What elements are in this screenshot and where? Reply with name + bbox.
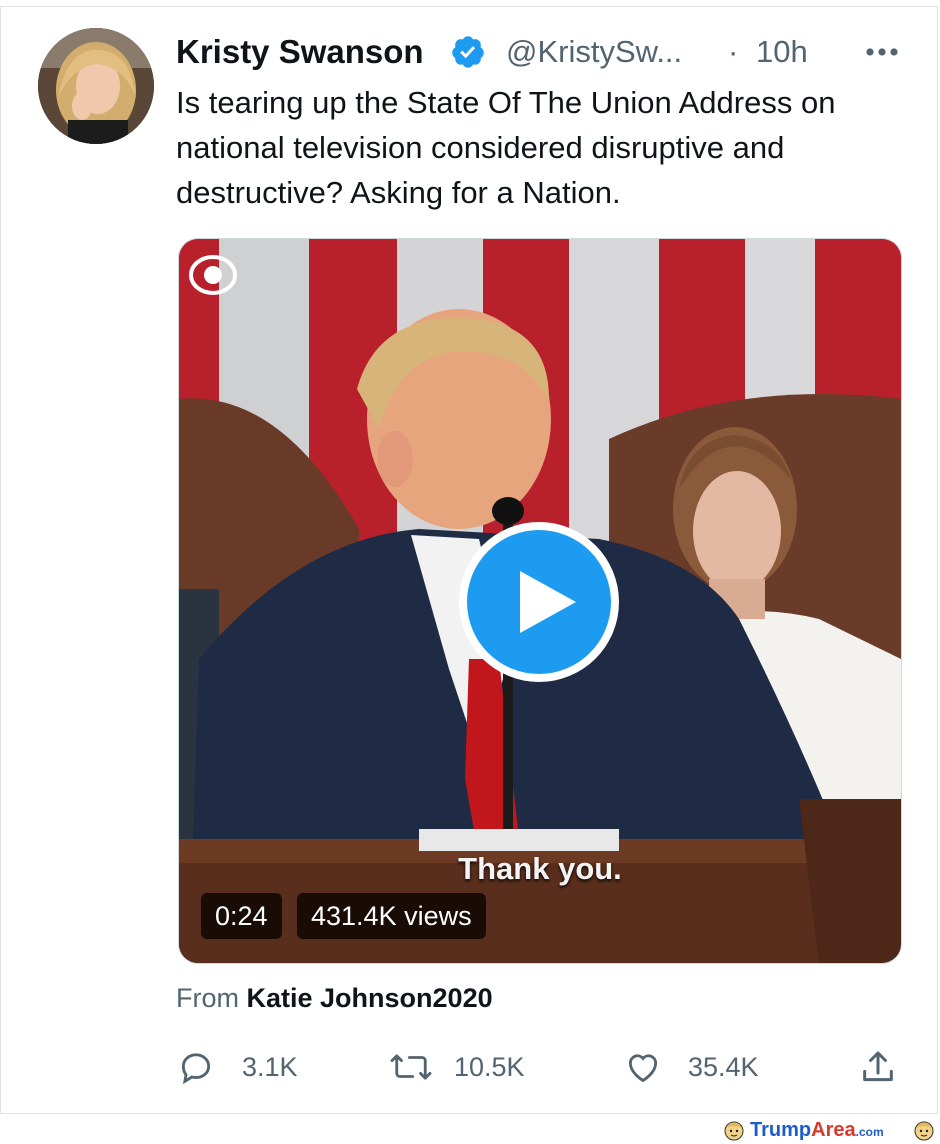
- retweet-button[interactable]: 10.5K: [388, 1040, 548, 1094]
- display-name[interactable]: Kristy Swanson: [176, 30, 424, 74]
- reply-button[interactable]: 3.1K: [176, 1040, 316, 1094]
- video-views: 431.4K views: [297, 893, 486, 939]
- avatar[interactable]: [38, 28, 154, 144]
- attribution-prefix: From: [176, 983, 239, 1013]
- cbs-eye-icon: [189, 255, 237, 295]
- video-caption: Thank you.: [458, 851, 622, 886]
- retweet-icon: [390, 1054, 432, 1080]
- handle[interactable]: @KristySw...: [506, 30, 682, 74]
- play-icon[interactable]: [456, 519, 622, 685]
- tweet-header: Kristy Swanson @KristySw... · 10h: [176, 30, 916, 74]
- mascot-logo-icon: [724, 1121, 744, 1141]
- watermark-part1: Trump: [750, 1119, 812, 1141]
- watermark-text: TrumpArea.com: [750, 1118, 884, 1144]
- like-button[interactable]: 35.4K: [622, 1040, 782, 1094]
- tweet-text: Is tearing up the State Of The Union Add…: [176, 85, 836, 210]
- reply-count: 3.1K: [242, 1052, 298, 1082]
- like-count: 35.4K: [688, 1052, 759, 1082]
- verified-badge-icon: [452, 36, 484, 68]
- more-icon[interactable]: [862, 34, 902, 70]
- retweet-count: 10.5K: [454, 1052, 525, 1082]
- timestamp[interactable]: 10h: [756, 30, 808, 74]
- watermark-suffix: .com: [855, 1125, 884, 1139]
- share-icon: [863, 1051, 893, 1082]
- attribution-source-link[interactable]: Katie Johnson2020: [247, 983, 493, 1013]
- tweet-actions: 3.1K 10.5K 35.4K: [176, 1040, 906, 1094]
- watermark-part2: Area: [811, 1119, 856, 1141]
- separator: ·: [728, 34, 739, 69]
- video-player[interactable]: Thank you. 0:24 431.4K views: [178, 238, 902, 964]
- share-button[interactable]: [858, 1040, 902, 1094]
- reply-icon: [181, 1053, 211, 1085]
- mascot-logo-icon: [914, 1121, 934, 1141]
- media-attribution: From Katie Johnson2020: [176, 980, 493, 1016]
- video-duration: 0:24: [201, 893, 282, 939]
- like-icon: [628, 1054, 658, 1083]
- site-watermark: TrumpArea.com: [722, 1118, 936, 1142]
